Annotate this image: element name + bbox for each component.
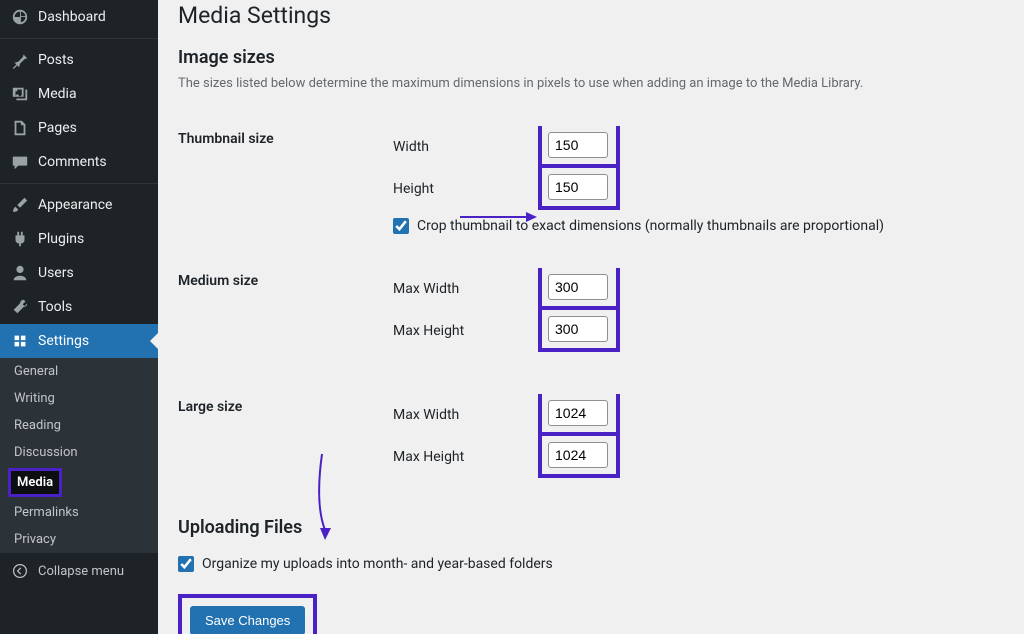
- large-width-input[interactable]: [548, 400, 608, 426]
- sidebar-item-label: Plugins: [38, 231, 84, 247]
- sidebar-item-users[interactable]: Users: [0, 256, 158, 290]
- organize-uploads-label: Organize my uploads into month- and year…: [202, 556, 553, 572]
- submenu-item-discussion[interactable]: Discussion: [0, 439, 158, 466]
- admin-sidebar: Dashboard Posts Media Pages Comments App…: [0, 0, 158, 634]
- large-height-label: Max Height: [393, 449, 538, 465]
- organize-uploads-row[interactable]: Organize my uploads into month- and year…: [178, 552, 1004, 576]
- collapse-icon: [10, 561, 30, 581]
- dashboard-icon: [10, 7, 30, 27]
- submenu-item-privacy[interactable]: Privacy: [0, 526, 158, 553]
- sidebar-item-settings[interactable]: Settings: [0, 324, 158, 358]
- sidebar-item-label: Settings: [38, 333, 89, 349]
- pages-icon: [10, 118, 30, 138]
- uploading-heading: Uploading Files: [178, 517, 1004, 538]
- sidebar-item-label: Tools: [38, 299, 72, 315]
- sidebar-item-label: Posts: [38, 52, 74, 68]
- medium-heading: Medium size: [178, 253, 383, 379]
- sidebar-item-label: Media: [38, 86, 77, 102]
- annotation-arrow-icon: [317, 454, 337, 540]
- sidebar-item-label: Comments: [38, 154, 107, 170]
- submenu-item-media[interactable]: Media: [8, 468, 62, 497]
- comments-icon: [10, 152, 30, 172]
- thumbnail-heading: Thumbnail size: [178, 111, 383, 253]
- submenu-item-writing[interactable]: Writing: [0, 385, 158, 412]
- submenu-item-general[interactable]: General: [0, 358, 158, 385]
- sidebar-item-label: Appearance: [38, 197, 112, 213]
- thumbnail-width-input[interactable]: [548, 132, 608, 158]
- submenu-item-reading[interactable]: Reading: [0, 412, 158, 439]
- sidebar-item-pages[interactable]: Pages: [0, 111, 158, 145]
- thumbnail-height-label: Height: [393, 181, 538, 197]
- sidebar-item-label: Dashboard: [38, 9, 106, 25]
- thumbnail-width-label: Width: [393, 139, 538, 155]
- save-button[interactable]: Save Changes: [190, 606, 305, 634]
- sidebar-item-tools[interactable]: Tools: [0, 290, 158, 324]
- settings-submenu: General Writing Reading Discussion Media…: [0, 358, 158, 553]
- pin-icon: [10, 50, 30, 70]
- sidebar-item-comments[interactable]: Comments: [0, 145, 158, 179]
- thumbnail-crop-checkbox[interactable]: [393, 218, 409, 234]
- organize-uploads-checkbox[interactable]: [178, 556, 194, 572]
- medium-height-input[interactable]: [548, 316, 608, 342]
- sidebar-item-appearance[interactable]: Appearance: [0, 188, 158, 222]
- large-height-input[interactable]: [548, 442, 608, 468]
- page-title: Media Settings: [178, 2, 1004, 29]
- collapse-label: Collapse menu: [38, 564, 124, 579]
- sidebar-item-label: Pages: [38, 120, 77, 136]
- main-content: Media Settings Image sizes The sizes lis…: [158, 0, 1024, 634]
- plug-icon: [10, 229, 30, 249]
- medium-width-label: Max Width: [393, 281, 538, 297]
- medium-height-label: Max Height: [393, 323, 538, 339]
- collapse-menu[interactable]: Collapse menu: [0, 553, 158, 589]
- sidebar-item-label: Users: [38, 265, 74, 281]
- sidebar-item-dashboard[interactable]: Dashboard: [0, 0, 158, 34]
- image-sizes-desc: The sizes listed below determine the max…: [178, 76, 1004, 91]
- settings-icon: [10, 331, 30, 351]
- large-width-label: Max Width: [393, 407, 538, 423]
- submenu-item-permalinks[interactable]: Permalinks: [0, 499, 158, 526]
- large-heading: Large size: [178, 379, 383, 505]
- sidebar-item-posts[interactable]: Posts: [0, 43, 158, 77]
- sidebar-item-media[interactable]: Media: [0, 77, 158, 111]
- save-highlight: Save Changes: [178, 594, 317, 634]
- image-sizes-table: Thumbnail size Width Height Crop thumbna…: [178, 111, 1004, 505]
- thumbnail-height-input[interactable]: [548, 174, 608, 200]
- annotation-arrow-icon: [460, 211, 537, 223]
- media-icon: [10, 84, 30, 104]
- image-sizes-heading: Image sizes: [178, 47, 1004, 68]
- medium-width-input[interactable]: [548, 274, 608, 300]
- brush-icon: [10, 195, 30, 215]
- wrench-icon: [10, 297, 30, 317]
- user-icon: [10, 263, 30, 283]
- sidebar-item-plugins[interactable]: Plugins: [0, 222, 158, 256]
